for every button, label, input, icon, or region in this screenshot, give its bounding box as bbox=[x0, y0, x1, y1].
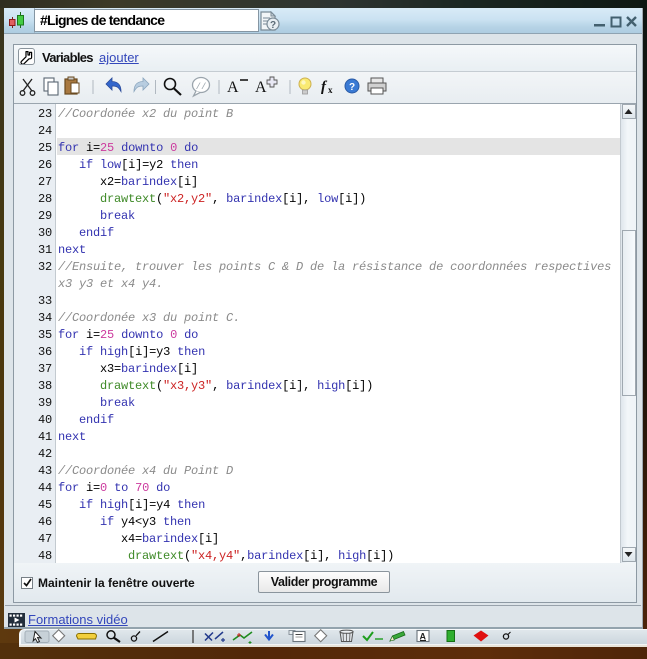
svg-text:x: x bbox=[328, 85, 333, 95]
svg-text://: // bbox=[196, 82, 207, 92]
svg-text:?: ? bbox=[270, 20, 276, 31]
svg-text:?: ? bbox=[349, 82, 355, 93]
svg-text:f: f bbox=[321, 79, 328, 95]
svg-text:A: A bbox=[227, 79, 239, 96]
svg-text:A: A bbox=[255, 79, 267, 96]
